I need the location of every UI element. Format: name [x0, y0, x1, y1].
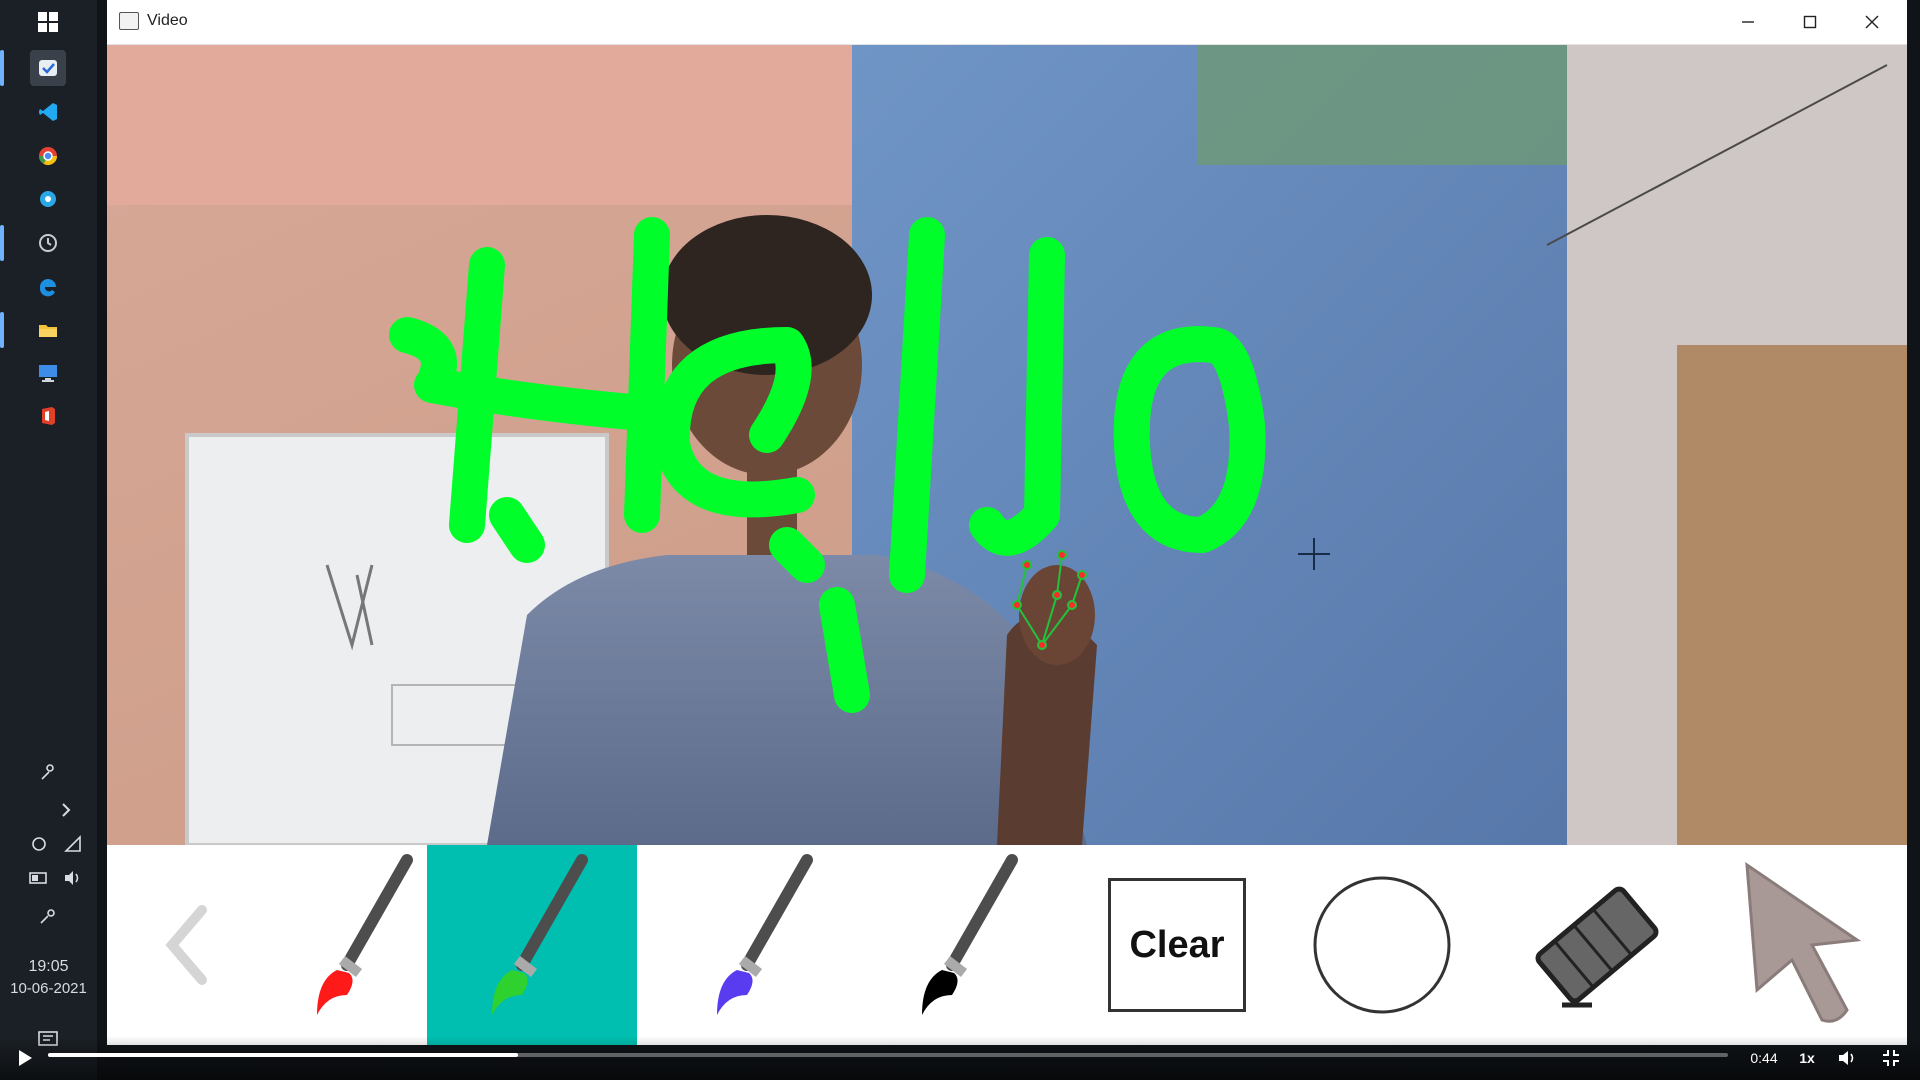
video-player-controls: 0:44 1x	[0, 1036, 1920, 1080]
play-button[interactable]	[10, 1036, 40, 1080]
chrome-icon[interactable]	[30, 138, 66, 174]
paintbrush-icon	[492, 854, 588, 1015]
edge-blue-icon[interactable]	[30, 181, 66, 217]
playback-time: 0:44	[1750, 1050, 1778, 1066]
file-explorer-icon[interactable]	[30, 312, 66, 348]
vscode-icon[interactable]	[30, 94, 66, 130]
window-title: Video	[147, 12, 188, 29]
clear-button[interactable]: Clear	[1087, 845, 1267, 1045]
close-button[interactable]	[1841, 0, 1903, 44]
taskbar: 19:05 10-06-2021	[0, 0, 97, 1080]
pointer-arrow-icon	[1745, 861, 1862, 1023]
progress-bar[interactable]	[48, 1053, 1728, 1057]
paintbrush-icon	[317, 854, 413, 1015]
open-app-indicator	[0, 225, 4, 261]
remote-desktop-icon[interactable]	[30, 355, 66, 391]
progress-fill	[48, 1053, 519, 1057]
chevron-left-icon	[165, 905, 207, 985]
pointer-button[interactable]	[1717, 845, 1897, 1045]
volume-icon[interactable]	[60, 860, 86, 896]
circle-icon	[1313, 876, 1451, 1014]
green-brush-button[interactable]	[427, 845, 637, 1045]
app-window-icon	[119, 12, 139, 30]
paintbrush-icon	[717, 854, 813, 1015]
title-bar[interactable]: Video	[107, 0, 1907, 45]
clock-date[interactable]: 10-06-2021	[0, 980, 97, 997]
battery-icon[interactable]	[26, 860, 52, 896]
open-app-indicator	[0, 312, 4, 348]
volume-button[interactable]	[1832, 1036, 1862, 1080]
webcam-scene	[107, 45, 1907, 845]
windows-start-icon[interactable]	[30, 4, 66, 40]
clock-icon[interactable]	[30, 225, 66, 261]
upper-wall	[107, 45, 867, 205]
clock-time[interactable]: 19:05	[0, 958, 97, 976]
eraser-button[interactable]	[1502, 845, 1692, 1045]
edge-icon[interactable]	[30, 268, 66, 304]
office-icon[interactable]	[30, 398, 66, 434]
exit-fullscreen-button[interactable]	[1876, 1036, 1906, 1080]
drawing-toolbar: Clear	[107, 845, 1907, 1045]
blue-brush-button[interactable]	[667, 845, 847, 1045]
active-app-indicator	[0, 50, 4, 86]
video-window: Video Clear	[107, 0, 1907, 1045]
black-brush-button[interactable]	[867, 845, 1057, 1045]
paintbrush-icon	[922, 854, 1018, 1015]
maximize-button[interactable]	[1779, 0, 1841, 44]
network-icon[interactable]	[26, 826, 52, 862]
minimize-button[interactable]	[1717, 0, 1779, 44]
circle-shape-button[interactable]	[1292, 845, 1472, 1045]
camera-feed[interactable]	[107, 45, 1907, 845]
wifi-icon[interactable]	[60, 826, 86, 862]
pen-icon[interactable]	[30, 898, 66, 934]
pinned-app-icon[interactable]	[30, 50, 66, 86]
eraser-icon	[1535, 886, 1659, 1008]
clear-label: Clear	[1108, 878, 1246, 1012]
exit-fullscreen-icon	[1883, 1050, 1899, 1066]
chevron-right-icon[interactable]	[56, 792, 76, 828]
back-arrow-button[interactable]	[117, 845, 257, 1045]
people-icon[interactable]	[30, 754, 66, 790]
playback-speed-button[interactable]: 1x	[1792, 1036, 1822, 1080]
speaker-icon	[1839, 1051, 1854, 1065]
